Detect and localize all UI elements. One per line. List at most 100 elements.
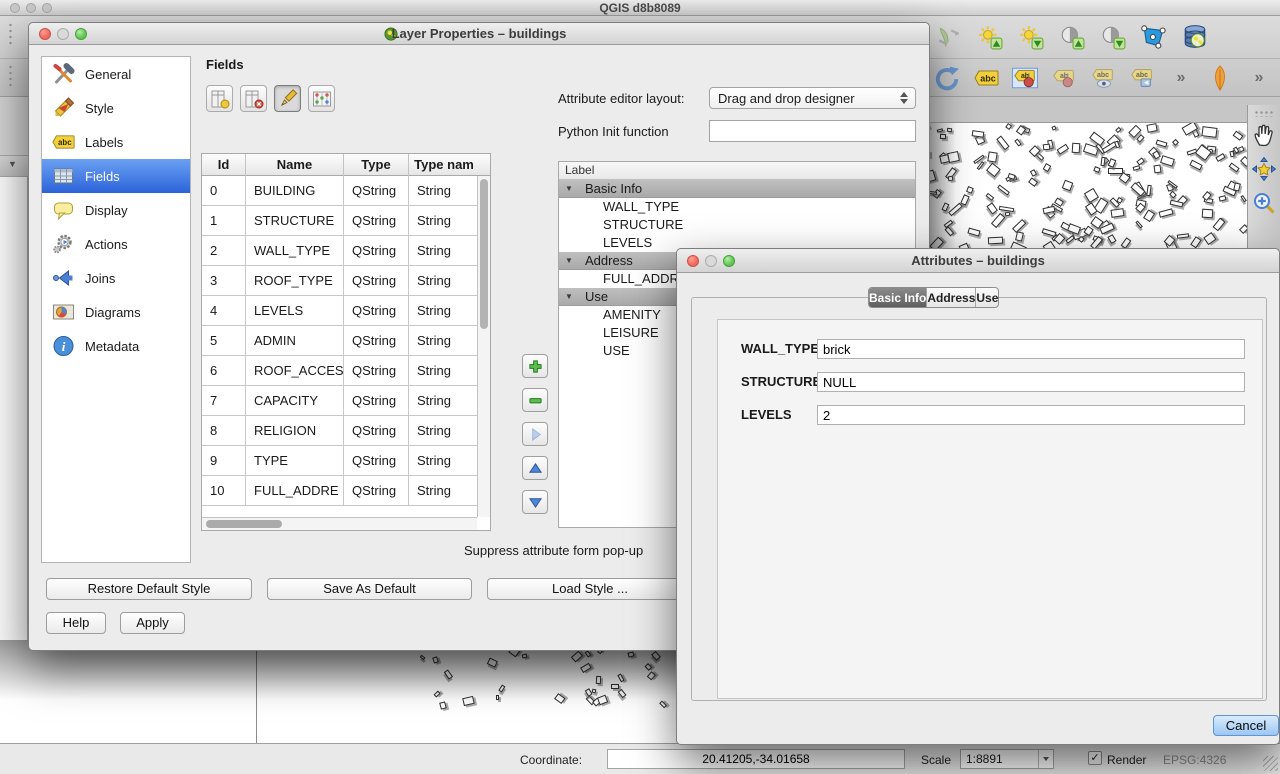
- toolbar-icon[interactable]: ab: [1049, 63, 1079, 93]
- node-edit-icon: [1141, 24, 1167, 50]
- abc-label-icon: abc: [50, 130, 76, 154]
- toolbar-icon[interactable]: abc: [971, 63, 1001, 93]
- paintbrush-icon: [50, 96, 76, 120]
- column-header[interactable]: Name: [246, 154, 344, 176]
- map-building: [1028, 177, 1038, 187]
- map-building: [1228, 162, 1240, 172]
- map-building: [659, 701, 666, 708]
- fields-toolbar-button[interactable]: [240, 85, 267, 112]
- tree-item[interactable]: STRUCTURE: [559, 216, 915, 234]
- table-row[interactable]: 6 ROOF_ACCES QString String: [202, 356, 490, 386]
- fields-toolbar-button[interactable]: [206, 85, 233, 112]
- map-building: [1146, 123, 1157, 132]
- scrollbar-thumb[interactable]: [206, 520, 282, 528]
- toolbar-icon[interactable]: [1180, 22, 1210, 52]
- collapse-triangle-icon[interactable]: ▼: [8, 159, 17, 169]
- cancel-button[interactable]: Cancel: [1213, 715, 1279, 736]
- toolbar-icon[interactable]: [932, 63, 962, 93]
- designer-button[interactable]: [522, 354, 548, 378]
- scale-select[interactable]: 1:8891: [960, 749, 1054, 769]
- tab-basic-info[interactable]: Basic Info: [869, 288, 926, 307]
- collapse-triangle-icon[interactable]: ▼: [565, 288, 575, 306]
- plus-green-icon: [528, 359, 543, 374]
- dialog-titlebar[interactable]: Attributes – buildings: [677, 249, 1279, 273]
- help-button[interactable]: Help: [46, 612, 106, 634]
- save-as-default-button[interactable]: Save As Default: [267, 578, 472, 600]
- map-building: [1065, 235, 1075, 244]
- table-row[interactable]: 0 BUILDING QString String: [202, 176, 490, 206]
- map-tool-button[interactable]: [1250, 155, 1278, 185]
- sidebar-item-fields[interactable]: Fields: [42, 159, 190, 193]
- resize-grip[interactable]: [1263, 756, 1278, 771]
- toolbar-icon[interactable]: [1139, 22, 1169, 52]
- tree-header: Label: [559, 162, 915, 180]
- attribute-value-input[interactable]: [817, 372, 1245, 392]
- table-row[interactable]: 10 FULL_ADDRE QString String: [202, 476, 490, 506]
- toolbar-icon[interactable]: abc: [1088, 63, 1118, 93]
- tree-item[interactable]: WALL_TYPE: [559, 198, 915, 216]
- scrollbar-thumb[interactable]: [480, 179, 488, 329]
- column-header[interactable]: Type nam: [409, 154, 479, 176]
- plant-arrows-icon: [936, 24, 962, 50]
- designer-button[interactable]: [522, 422, 548, 446]
- horizontal-scrollbar[interactable]: [202, 517, 477, 530]
- table-row[interactable]: 7 CAPACITY QString String: [202, 386, 490, 416]
- contrast-down-icon: [1100, 24, 1126, 50]
- fields-toolbar-button[interactable]: [308, 85, 335, 112]
- sidebar-item-labels[interactable]: abc Labels: [42, 125, 190, 159]
- table-row[interactable]: 2 WALL_TYPE QString String: [202, 236, 490, 266]
- toolbar-icon[interactable]: [1205, 63, 1235, 93]
- load-style-button[interactable]: Load Style ...: [487, 578, 693, 600]
- svg-text:abc: abc: [980, 74, 996, 84]
- table-row[interactable]: 8 RELIGION QString String: [202, 416, 490, 446]
- attribute-value-input[interactable]: [817, 405, 1245, 425]
- zoom-in-icon: [1252, 191, 1276, 215]
- attribute-editor-layout-select[interactable]: Drag and drop designer: [709, 87, 916, 109]
- render-checkbox[interactable]: ✓: [1088, 751, 1102, 765]
- designer-button[interactable]: [522, 490, 548, 514]
- tab-address[interactable]: Address: [926, 288, 975, 307]
- sidebar-item-general[interactable]: General: [42, 57, 190, 91]
- designer-button[interactable]: [522, 456, 548, 480]
- table-row[interactable]: 3 ROOF_TYPE QString String: [202, 266, 490, 296]
- map-tool-button[interactable]: [1250, 121, 1278, 151]
- collapse-triangle-icon[interactable]: ▼: [565, 180, 575, 198]
- column-header[interactable]: Id: [202, 154, 246, 176]
- sidebar-item-metadata[interactable]: i Metadata: [42, 329, 190, 363]
- toolbar-icon[interactable]: [1016, 22, 1046, 52]
- map-building: [1219, 195, 1227, 201]
- table-row[interactable]: 4 LEVELS QString String: [202, 296, 490, 326]
- map-canvas-bottom[interactable]: [0, 640, 690, 743]
- dialog-shadow: [928, 123, 956, 248]
- python-init-input[interactable]: [709, 120, 916, 142]
- toolbar-icon[interactable]: »: [1244, 63, 1274, 93]
- toolbar-icon[interactable]: [1098, 22, 1128, 52]
- sidebar-item-diagrams[interactable]: Diagrams: [42, 295, 190, 329]
- table-row[interactable]: 9 TYPE QString String: [202, 446, 490, 476]
- toolbar-icon[interactable]: abc: [1127, 63, 1157, 93]
- column-header[interactable]: Type: [344, 154, 409, 176]
- dialog-titlebar[interactable]: Layer Properties – buildings: [29, 23, 929, 45]
- toolbar-icon[interactable]: »: [1166, 63, 1196, 93]
- restore-default-style-button[interactable]: Restore Default Style: [46, 578, 252, 600]
- apply-button[interactable]: Apply: [120, 612, 185, 634]
- table-row[interactable]: 5 ADMIN QString String: [202, 326, 490, 356]
- fields-toolbar-button[interactable]: [274, 85, 301, 112]
- sidebar-item-joins[interactable]: Joins: [42, 261, 190, 295]
- toolbar-icon[interactable]: ab: [1010, 63, 1040, 93]
- sidebar-item-style[interactable]: Style: [42, 91, 190, 125]
- tab-use[interactable]: Use: [975, 288, 998, 307]
- sidebar-item-display[interactable]: Display: [42, 193, 190, 227]
- map-tool-button[interactable]: [1250, 189, 1278, 219]
- tree-group-basic-info[interactable]: ▼Basic Info: [559, 180, 915, 198]
- sidebar-item-actions[interactable]: Actions: [42, 227, 190, 261]
- designer-button[interactable]: [522, 388, 548, 412]
- vertical-scrollbar[interactable]: [477, 176, 490, 517]
- table-row[interactable]: 1 STRUCTURE QString String: [202, 206, 490, 236]
- toolbar-icon[interactable]: [975, 22, 1005, 52]
- collapse-triangle-icon[interactable]: ▼: [565, 252, 575, 270]
- coordinate-input[interactable]: [607, 749, 905, 769]
- toolbar-icon[interactable]: [1057, 22, 1087, 52]
- attribute-value-input[interactable]: [817, 339, 1245, 359]
- toolbar-icon[interactable]: [934, 22, 964, 52]
